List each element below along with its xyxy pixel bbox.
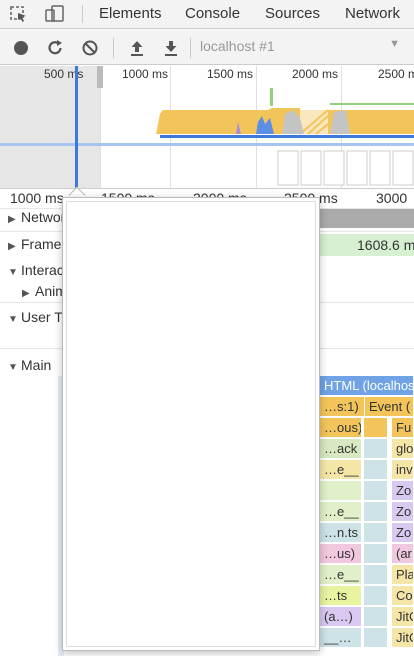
flame-call[interactable] bbox=[364, 502, 388, 521]
flame-call[interactable] bbox=[364, 565, 388, 584]
cpu-activity-chart bbox=[0, 88, 414, 186]
main-track-label: Main bbox=[21, 357, 52, 373]
expand-arrow-icon: ▶ bbox=[8, 214, 16, 225]
devtools-tabbar: Elements Console Sources Network bbox=[0, 0, 414, 29]
flame-call[interactable]: …ts bbox=[320, 586, 362, 605]
toolbar-separator bbox=[113, 38, 114, 58]
collapse-arrow-icon: ▼ bbox=[8, 314, 18, 325]
flame-call[interactable]: …ack bbox=[320, 439, 362, 458]
network-bar-light bbox=[0, 143, 414, 146]
devtools-window: Elements Console Sources Network localho… bbox=[0, 0, 414, 656]
target-select-value: localhost #1 bbox=[200, 38, 275, 54]
ruler-tick-label: 1000 ms bbox=[10, 190, 64, 206]
flame-call[interactable] bbox=[364, 439, 388, 458]
screenshot-thumbnail bbox=[346, 150, 368, 186]
tab-elements[interactable]: Elements bbox=[99, 5, 162, 22]
screenshot-popover bbox=[62, 197, 320, 651]
ruler-tick-label: 3000 bbox=[376, 190, 408, 206]
flame-call[interactable] bbox=[364, 586, 388, 605]
flame-call[interactable]: Co bbox=[392, 586, 414, 605]
screenshot-thumbnail bbox=[277, 150, 299, 186]
tab-sources[interactable]: Sources bbox=[265, 5, 320, 22]
flame-call[interactable]: …e__ bbox=[320, 502, 362, 521]
flame-call[interactable]: glo bbox=[392, 439, 414, 458]
network-bar bbox=[160, 135, 414, 138]
flame-call[interactable] bbox=[364, 544, 388, 563]
paint-marker bbox=[270, 88, 273, 106]
flame-call[interactable]: inv bbox=[392, 460, 414, 479]
scripting-area bbox=[156, 108, 300, 134]
collapse-arrow-icon: ▼ bbox=[8, 267, 18, 278]
inspect-element-icon[interactable] bbox=[8, 4, 30, 24]
flame-html-task[interactable]: HTML (localhost) bbox=[320, 376, 414, 395]
clear-icon[interactable] bbox=[80, 38, 100, 58]
flame-call[interactable] bbox=[364, 460, 388, 479]
frame-duration: 1608.6 ms bbox=[357, 237, 414, 253]
screenshot-thumbnail bbox=[369, 150, 391, 186]
screenshot-thumbnail bbox=[392, 150, 414, 186]
chevron-down-icon: ▼ bbox=[389, 38, 400, 50]
flame-call[interactable]: (a…) bbox=[320, 607, 362, 626]
reload-icon[interactable] bbox=[45, 38, 65, 58]
flame-call[interactable]: Zo bbox=[392, 502, 414, 521]
flame-call[interactable]: Zo bbox=[392, 481, 414, 500]
tabbar-separator bbox=[82, 5, 83, 23]
target-select[interactable]: localhost #1 ▼ bbox=[200, 38, 400, 58]
flame-call[interactable]: Pla bbox=[392, 565, 414, 584]
collapse-arrow-icon: ▼ bbox=[8, 362, 18, 373]
expand-arrow-icon: ▶ bbox=[8, 241, 16, 252]
popover-content bbox=[66, 201, 316, 647]
toolbar-separator bbox=[190, 38, 191, 58]
flame-call[interactable]: …ous) bbox=[320, 418, 362, 437]
flame-call[interactable]: …e__ bbox=[320, 565, 362, 584]
flame-call[interactable]: …us) bbox=[320, 544, 362, 563]
flame-event[interactable]: …s:1) bbox=[320, 397, 365, 416]
screenshot-thumbnail bbox=[323, 150, 345, 186]
flame-call[interactable]: Fu bbox=[392, 418, 414, 437]
tab-console[interactable]: Console bbox=[185, 5, 240, 22]
main-track-header[interactable]: ▼ Main bbox=[8, 357, 51, 373]
timeline-cursor[interactable] bbox=[75, 66, 78, 190]
flame-call[interactable]: …e__ bbox=[320, 460, 362, 479]
device-toolbar-icon[interactable] bbox=[44, 4, 66, 24]
record-icon[interactable] bbox=[11, 38, 31, 58]
frames-track-header[interactable]: ▶ Frames bbox=[8, 236, 68, 252]
load-profile-icon[interactable] bbox=[127, 38, 147, 58]
flame-call[interactable] bbox=[320, 481, 362, 500]
tab-network[interactable]: Network bbox=[345, 5, 400, 22]
flame-call[interactable] bbox=[364, 418, 388, 437]
screenshot-thumbnail bbox=[300, 150, 322, 186]
performance-toolbar: localhost #1 ▼ bbox=[0, 30, 414, 65]
expand-arrow-icon: ▶ bbox=[22, 288, 30, 299]
flame-call[interactable] bbox=[364, 523, 388, 542]
flame-call[interactable]: __… bbox=[320, 628, 362, 647]
flame-call[interactable]: JitC bbox=[392, 628, 414, 647]
timeline-overview[interactable]: 500 ms 1000 ms 1500 ms 2000 ms 2500 m bbox=[0, 66, 414, 188]
save-profile-icon[interactable] bbox=[161, 38, 181, 58]
flame-call[interactable] bbox=[364, 628, 388, 647]
flame-call[interactable] bbox=[364, 607, 388, 626]
network-request-bar bbox=[320, 209, 414, 228]
flame-call[interactable]: Zo bbox=[392, 523, 414, 542]
flame-call[interactable] bbox=[364, 481, 388, 500]
flame-call[interactable]: …n.ts bbox=[320, 523, 362, 542]
flame-call[interactable]: JitC bbox=[392, 607, 414, 626]
flame-call[interactable]: (ar bbox=[392, 544, 414, 563]
flame-event[interactable]: Event ( bbox=[365, 397, 414, 416]
